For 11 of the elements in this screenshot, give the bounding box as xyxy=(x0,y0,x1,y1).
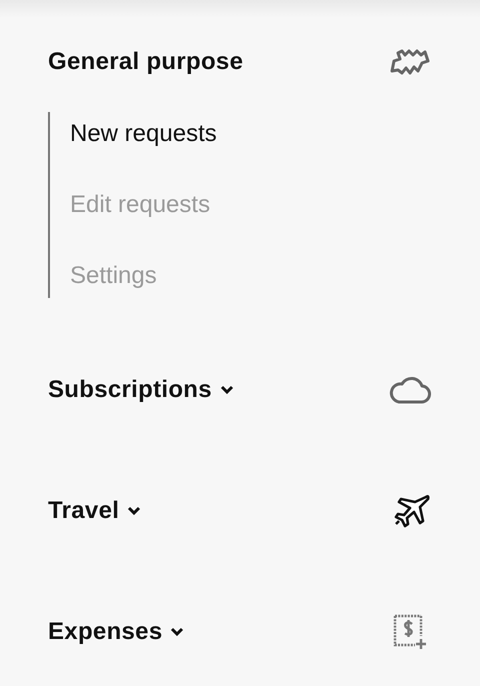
section-header[interactable]: Travel xyxy=(48,497,142,525)
section-header[interactable]: General purpose xyxy=(48,48,244,76)
section-header[interactable]: Expenses xyxy=(48,618,184,646)
chevron-down-icon xyxy=(220,385,234,395)
section-header[interactable]: Subscriptions xyxy=(48,376,234,404)
chevron-down-icon xyxy=(170,627,184,637)
receipt-icon xyxy=(391,613,429,651)
cloud-icon xyxy=(389,376,431,404)
chevron-down-icon xyxy=(127,506,142,516)
menu-item[interactable]: New requests xyxy=(70,120,217,148)
zigzag-icon xyxy=(390,47,430,77)
